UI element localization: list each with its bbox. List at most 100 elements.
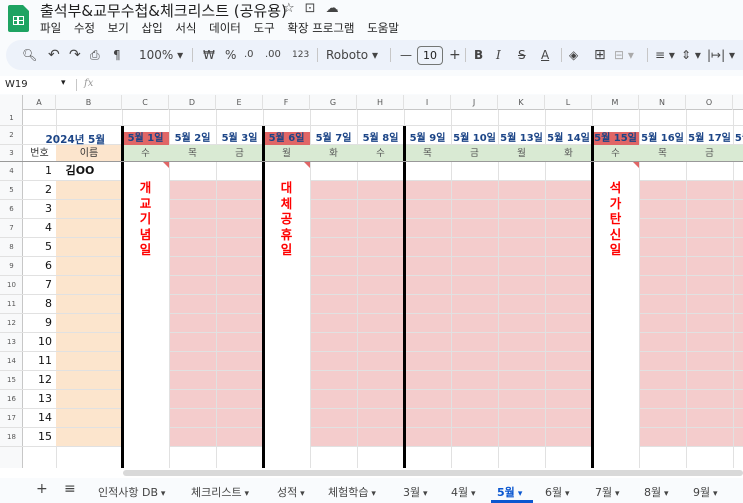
attendance-cell[interactable] — [452, 409, 498, 427]
attendance-cell[interactable] — [734, 314, 743, 332]
row-header-4[interactable]: 4 — [0, 162, 23, 181]
attendance-cell[interactable] — [640, 371, 686, 389]
attendance-cell[interactable] — [452, 314, 498, 332]
tab-dropdown-icon[interactable]: ▾ — [368, 489, 376, 499]
attendance-cell[interactable] — [405, 371, 451, 389]
tab-dropdown-icon[interactable]: ▾ — [420, 489, 428, 499]
name-box-dropdown-icon[interactable]: ▾ — [61, 78, 66, 88]
all-sheets-button[interactable]: ≡ — [64, 481, 76, 497]
attendance-cell[interactable] — [546, 352, 592, 370]
attendance-cell[interactable] — [217, 238, 263, 256]
comment-marker[interactable] — [633, 162, 639, 168]
student-name-cell[interactable] — [56, 371, 122, 389]
attendance-cell[interactable] — [358, 257, 404, 275]
attendance-cell[interactable] — [311, 219, 357, 237]
attendance-cell[interactable] — [311, 314, 357, 332]
attendance-cell[interactable] — [687, 333, 733, 351]
row-header-3[interactable]: 3 — [0, 145, 23, 162]
row-header-12[interactable]: 12 — [0, 314, 23, 333]
column-header-C[interactable]: C — [122, 95, 169, 110]
attendance-cell[interactable] — [358, 295, 404, 313]
attendance-cell[interactable] — [734, 219, 743, 237]
column-header-N[interactable]: N — [639, 95, 686, 110]
column-header-L[interactable]: L — [545, 95, 592, 110]
row-header-6[interactable]: 6 — [0, 200, 23, 219]
zoom-select[interactable]: 100% ▾ — [139, 40, 183, 70]
attendance-cell[interactable] — [217, 162, 263, 180]
attendance-cell[interactable] — [734, 390, 743, 408]
tab-june[interactable]: 6월 ▾ — [545, 484, 570, 500]
menu-data[interactable]: 데이터 — [209, 21, 241, 35]
document-title[interactable]: 출석부&교무수첩&체크리스트 (공유용) — [40, 0, 287, 21]
attendance-cell[interactable] — [311, 181, 357, 199]
attendance-cell[interactable] — [217, 314, 263, 332]
student-name-cell[interactable] — [56, 219, 122, 237]
attendance-cell[interactable] — [358, 238, 404, 256]
attendance-cell[interactable] — [311, 200, 357, 218]
tab-dropdown-icon[interactable]: ▾ — [158, 489, 166, 499]
attendance-cell[interactable] — [499, 162, 545, 180]
menu-edit[interactable]: 수정 — [74, 21, 95, 35]
attendance-cell[interactable] — [358, 409, 404, 427]
font-select[interactable]: Roboto ▾ — [326, 40, 378, 70]
attendance-cell[interactable] — [687, 200, 733, 218]
attendance-cell[interactable] — [452, 352, 498, 370]
attendance-cell[interactable] — [170, 409, 216, 427]
attendance-cell[interactable] — [546, 409, 592, 427]
attendance-cell[interactable] — [452, 333, 498, 351]
attendance-cell[interactable] — [687, 257, 733, 275]
tab-field-trip[interactable]: 체험학습 ▾ — [328, 484, 376, 500]
row-header-17[interactable]: 17 — [0, 409, 23, 428]
attendance-cell[interactable] — [170, 257, 216, 275]
attendance-cell[interactable] — [640, 333, 686, 351]
attendance-cell[interactable] — [640, 295, 686, 313]
column-header-J[interactable]: J — [451, 95, 498, 110]
attendance-cell[interactable] — [217, 200, 263, 218]
menu-insert[interactable]: 삽입 — [141, 21, 162, 35]
tab-checklist[interactable]: 체크리스트 ▾ — [191, 484, 249, 500]
menu-view[interactable]: 보기 — [108, 21, 129, 35]
scrollbar-thumb[interactable] — [123, 470, 743, 476]
row-header-8[interactable]: 8 — [0, 238, 23, 257]
attendance-cell[interactable] — [734, 162, 743, 180]
attendance-cell[interactable] — [405, 219, 451, 237]
attendance-cell[interactable] — [452, 257, 498, 275]
attendance-cell[interactable] — [640, 390, 686, 408]
attendance-cell[interactable] — [640, 162, 686, 180]
tab-july[interactable]: 7월 ▾ — [595, 484, 620, 500]
attendance-cell[interactable] — [499, 181, 545, 199]
attendance-cell[interactable] — [452, 238, 498, 256]
column-header-G[interactable]: G — [310, 95, 357, 110]
comment-marker[interactable] — [163, 162, 169, 168]
student-name-cell[interactable] — [56, 409, 122, 427]
attendance-cell[interactable] — [499, 371, 545, 389]
student-name-cell[interactable] — [56, 181, 122, 199]
attendance-cell[interactable] — [311, 238, 357, 256]
student-name-cell[interactable] — [56, 238, 122, 256]
bold-button[interactable]: B — [474, 40, 483, 70]
attendance-cell[interactable] — [405, 276, 451, 294]
number-format-button[interactable]: 123 — [292, 40, 309, 70]
row-header-18[interactable]: 18 — [0, 428, 23, 447]
menu-extensions[interactable]: 확장 프로그램 — [287, 21, 354, 35]
attendance-cell[interactable] — [358, 371, 404, 389]
add-sheet-button[interactable]: + — [36, 481, 48, 497]
row-header-1[interactable]: 1 — [0, 110, 23, 126]
attendance-cell[interactable] — [640, 200, 686, 218]
currency-button[interactable]: ₩ — [203, 40, 215, 70]
attendance-cell[interactable] — [687, 276, 733, 294]
redo-icon[interactable]: ↷ — [69, 40, 81, 70]
valign-icon[interactable]: ⇕ ▾ — [681, 40, 701, 70]
attendance-cell[interactable] — [546, 371, 592, 389]
fill-color-icon[interactable]: ◈ — [569, 40, 578, 70]
attendance-cell[interactable] — [405, 333, 451, 351]
attendance-cell[interactable] — [217, 428, 263, 446]
attendance-cell[interactable] — [452, 200, 498, 218]
attendance-cell[interactable] — [170, 219, 216, 237]
attendance-cell[interactable] — [405, 238, 451, 256]
attendance-cell[interactable] — [546, 390, 592, 408]
attendance-cell[interactable] — [452, 390, 498, 408]
attendance-cell[interactable] — [734, 181, 743, 199]
row-header-13[interactable]: 13 — [0, 333, 23, 352]
attendance-cell[interactable] — [452, 181, 498, 199]
